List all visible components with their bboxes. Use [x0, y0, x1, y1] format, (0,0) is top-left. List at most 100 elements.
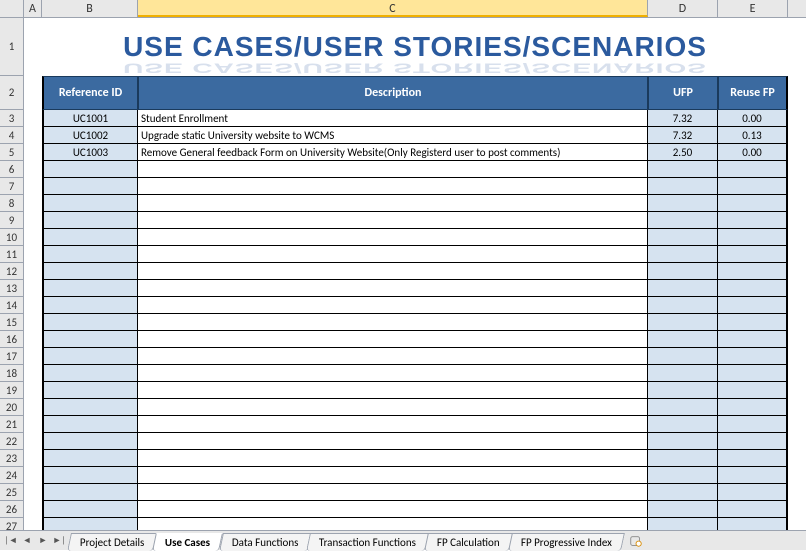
row-header[interactable]: 5 — [0, 144, 24, 161]
cell-ufp[interactable] — [648, 178, 718, 195]
cell-description[interactable] — [138, 161, 648, 178]
cell-A[interactable] — [24, 229, 42, 246]
cell-description[interactable] — [138, 365, 648, 382]
row-header[interactable]: 8 — [0, 195, 24, 212]
cell-A[interactable] — [24, 178, 42, 195]
cell-reference-id[interactable] — [42, 161, 138, 178]
cell-A1[interactable] — [24, 18, 42, 76]
tab-first-button[interactable]: |◄ — [4, 534, 18, 548]
cell-description[interactable] — [138, 195, 648, 212]
tab-next-button[interactable]: ► — [36, 534, 50, 548]
cell-reference-id[interactable] — [42, 416, 138, 433]
sheet-tab[interactable]: Data Functions — [219, 533, 311, 551]
cell-reuse-fp[interactable] — [718, 178, 788, 195]
cell-ufp[interactable] — [648, 382, 718, 399]
sheet-tab[interactable]: Use Cases — [153, 533, 224, 551]
cell-A[interactable] — [24, 246, 42, 263]
cell-description[interactable]: Upgrade static University website to WCM… — [138, 127, 648, 144]
row-header[interactable]: 17 — [0, 348, 24, 365]
cell-A[interactable] — [24, 467, 42, 484]
cell-A[interactable] — [24, 161, 42, 178]
cell-reuse-fp[interactable] — [718, 382, 788, 399]
row-header[interactable]: 9 — [0, 212, 24, 229]
col-header-A[interactable]: A — [24, 0, 42, 17]
cell-A2[interactable] — [24, 76, 42, 110]
cell-A[interactable] — [24, 263, 42, 280]
header-ufp[interactable]: UFP — [648, 76, 718, 110]
cell-A[interactable] — [24, 110, 42, 127]
cell-description[interactable] — [138, 382, 648, 399]
cell-reuse-fp[interactable] — [718, 416, 788, 433]
sheet-tab[interactable]: Transaction Functions — [306, 533, 429, 551]
cell-reuse-fp[interactable] — [718, 314, 788, 331]
cell-reuse-fp[interactable]: 0.00 — [718, 144, 788, 161]
cell-reference-id[interactable]: UC1001 — [42, 110, 138, 127]
cell-reference-id[interactable] — [42, 331, 138, 348]
cell-ufp[interactable] — [648, 212, 718, 229]
col-header-E[interactable]: E — [718, 0, 788, 17]
cell-reuse-fp[interactable] — [718, 161, 788, 178]
row-header[interactable]: 12 — [0, 263, 24, 280]
cell-ufp[interactable] — [648, 246, 718, 263]
row-header[interactable]: 4 — [0, 127, 24, 144]
row-header[interactable]: 18 — [0, 365, 24, 382]
cell-reference-id[interactable] — [42, 195, 138, 212]
row-header[interactable]: 23 — [0, 450, 24, 467]
cell-reference-id[interactable] — [42, 229, 138, 246]
cell-description[interactable] — [138, 246, 648, 263]
new-sheet-icon[interactable] — [629, 534, 643, 548]
cell-ufp[interactable] — [648, 348, 718, 365]
cell-reuse-fp[interactable] — [718, 229, 788, 246]
cell-ufp[interactable] — [648, 331, 718, 348]
cell-A[interactable] — [24, 382, 42, 399]
cell-reuse-fp[interactable] — [718, 348, 788, 365]
row-header[interactable]: 20 — [0, 399, 24, 416]
cell-reuse-fp[interactable] — [718, 212, 788, 229]
cell-reference-id[interactable] — [42, 348, 138, 365]
row-header[interactable]: 3 — [0, 110, 24, 127]
select-all-corner[interactable] — [0, 0, 24, 17]
cell-reuse-fp[interactable] — [718, 263, 788, 280]
cell-description[interactable] — [138, 484, 648, 501]
row-header[interactable]: 25 — [0, 484, 24, 501]
cell-description[interactable] — [138, 229, 648, 246]
cell-description[interactable] — [138, 467, 648, 484]
sheet-tab[interactable]: FP Calculation — [424, 533, 513, 551]
cell-description[interactable] — [138, 501, 648, 518]
cell-reference-id[interactable] — [42, 246, 138, 263]
cell-reuse-fp[interactable] — [718, 501, 788, 518]
cell-ufp[interactable] — [648, 450, 718, 467]
col-header-D[interactable]: D — [648, 0, 718, 17]
header-reference-id[interactable]: Reference ID — [42, 76, 138, 110]
cell-reuse-fp[interactable] — [718, 433, 788, 450]
cell-A[interactable] — [24, 484, 42, 501]
row-header[interactable]: 10 — [0, 229, 24, 246]
cell-description[interactable] — [138, 348, 648, 365]
cell-reuse-fp[interactable] — [718, 450, 788, 467]
cell-description[interactable] — [138, 178, 648, 195]
cell-ufp[interactable] — [648, 229, 718, 246]
cell-reuse-fp[interactable] — [718, 467, 788, 484]
cell-description[interactable] — [138, 212, 648, 229]
cell-reference-id[interactable] — [42, 399, 138, 416]
row-header[interactable]: 6 — [0, 161, 24, 178]
col-header-B[interactable]: B — [42, 0, 138, 17]
cell-A[interactable] — [24, 450, 42, 467]
header-description[interactable]: Description — [138, 76, 648, 110]
row-header[interactable]: 13 — [0, 280, 24, 297]
cell-A[interactable] — [24, 399, 42, 416]
cell-reference-id[interactable] — [42, 314, 138, 331]
cell-description[interactable] — [138, 263, 648, 280]
row-header[interactable]: 19 — [0, 382, 24, 399]
cell-A[interactable] — [24, 195, 42, 212]
cell-reference-id[interactable] — [42, 484, 138, 501]
cell-reference-id[interactable] — [42, 365, 138, 382]
col-header-C[interactable]: C — [138, 0, 648, 17]
cell-A[interactable] — [24, 314, 42, 331]
cell-ufp[interactable] — [648, 161, 718, 178]
cell-reference-id[interactable] — [42, 280, 138, 297]
cell-ufp[interactable] — [648, 433, 718, 450]
cell-description[interactable] — [138, 314, 648, 331]
cell-ufp[interactable] — [648, 467, 718, 484]
cell-description[interactable] — [138, 399, 648, 416]
